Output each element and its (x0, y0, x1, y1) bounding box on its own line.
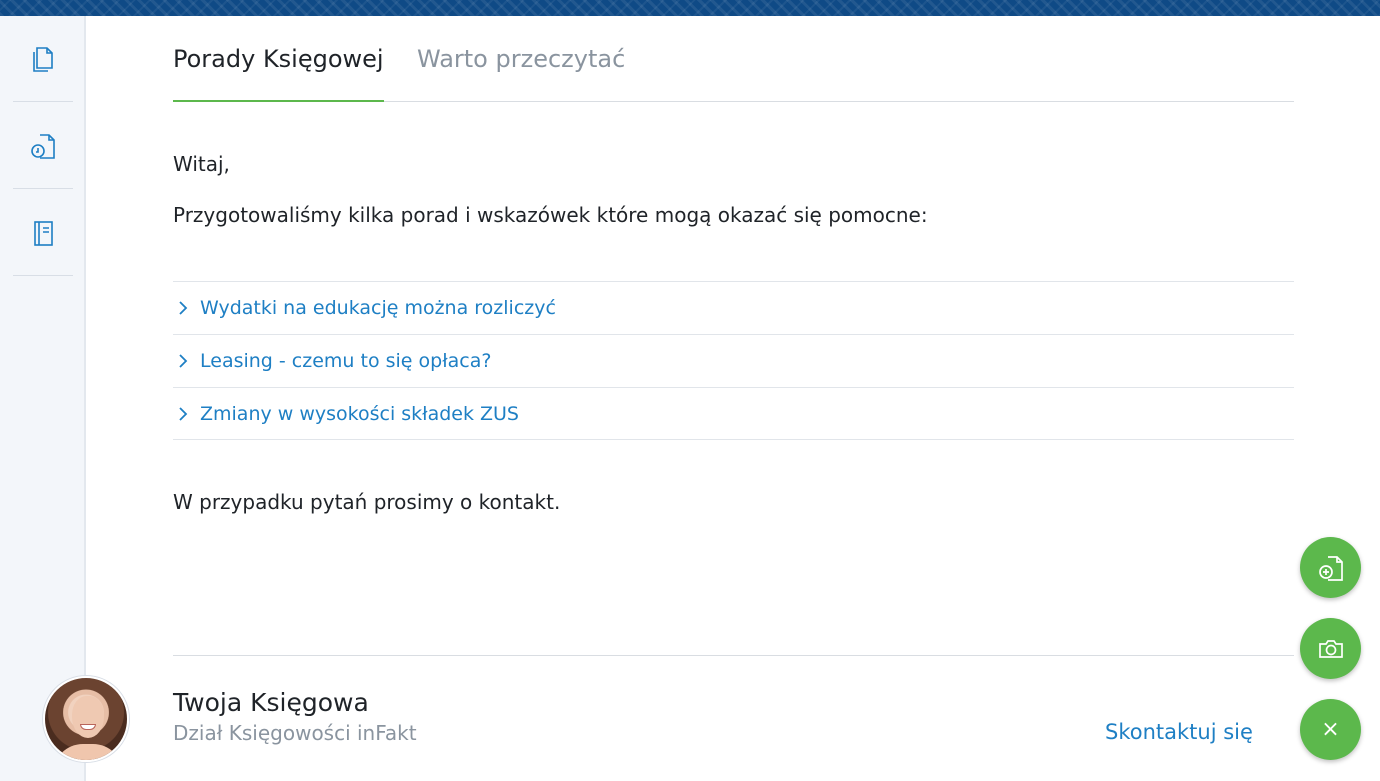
tip-link[interactable]: Wydatki na edukację można rozliczyć (200, 297, 556, 319)
contact-button[interactable]: Skontaktuj się (1105, 720, 1253, 744)
header-pattern-band (0, 0, 1380, 16)
signature-department: Dział Księgowości inFakt (173, 721, 417, 745)
avatar-shoulders (53, 744, 123, 760)
intro-text: Przygotowaliśmy kilka porad i wskazówek … (173, 203, 928, 227)
close-button[interactable]: × (1300, 699, 1361, 760)
sidebar-item-documents[interactable] (13, 16, 73, 102)
camera-button[interactable] (1300, 618, 1361, 679)
avatar-face (72, 696, 104, 738)
chevron-right-icon (178, 406, 188, 422)
close-icon: × (1321, 716, 1340, 742)
chevron-right-icon (178, 300, 188, 316)
avatar (43, 676, 129, 762)
add-document-icon (1318, 555, 1343, 581)
tip-link[interactable]: Leasing - czemu to się opłaca? (200, 350, 491, 372)
camera-icon (1318, 639, 1343, 658)
greeting-text: Witaj, (173, 152, 230, 176)
contact-note: W przypadku pytań prosimy o kontakt. (173, 490, 561, 514)
notebook-icon (34, 220, 53, 246)
document-clock-icon (31, 133, 55, 159)
add-document-button[interactable] (1300, 537, 1361, 598)
tab-bar: Porady Księgowej Warto przeczytać (173, 16, 1294, 102)
list-item[interactable]: Wydatki na edukację można rozliczyć (173, 281, 1294, 334)
tab-porady-ksiegowej[interactable]: Porady Księgowej (173, 16, 384, 102)
tab-warto-przeczytac[interactable]: Warto przeczytać (417, 16, 625, 102)
signature-name: Twoja Księgowa (173, 688, 369, 717)
list-item[interactable]: Zmiany w wysokości składek ZUS (173, 387, 1294, 440)
list-item[interactable]: Leasing - czemu to się opłaca? (173, 334, 1294, 387)
sidebar-item-recurring[interactable] (13, 103, 73, 189)
sidebar (0, 16, 86, 781)
tips-list: Wydatki na edukację można rozliczyć Leas… (173, 281, 1294, 440)
documents-icon (33, 46, 53, 72)
chevron-right-icon (178, 353, 188, 369)
sidebar-item-notebook[interactable] (13, 190, 73, 276)
divider (173, 655, 1294, 656)
tip-link[interactable]: Zmiany w wysokości składek ZUS (200, 403, 519, 425)
